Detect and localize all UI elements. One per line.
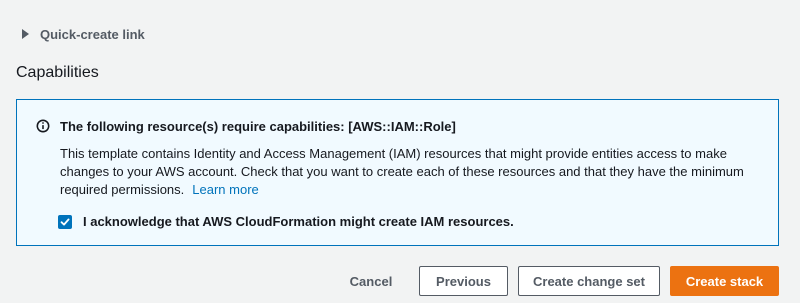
stack-review-page: Quick-create link Capabilities The follo… [0, 0, 800, 303]
caret-right-icon[interactable] [22, 29, 29, 39]
acknowledge-checkbox-row[interactable]: I acknowledge that AWS CloudFormation mi… [58, 214, 514, 229]
alert-body-text: This template contains Identity and Acce… [60, 146, 744, 197]
previous-button[interactable]: Previous [419, 266, 508, 296]
quick-create-link-label: Quick-create link [40, 26, 145, 42]
acknowledge-checkbox[interactable] [58, 214, 72, 229]
info-icon [36, 119, 50, 133]
create-change-set-button[interactable]: Create change set [518, 266, 660, 296]
capabilities-heading: Capabilities [16, 64, 99, 81]
create-stack-button[interactable]: Create stack [670, 266, 779, 296]
cancel-button[interactable]: Cancel [338, 266, 404, 296]
wizard-actions: Cancel Previous Create change set Create… [0, 266, 800, 296]
acknowledge-label: I acknowledge that AWS CloudFormation mi… [83, 214, 514, 229]
alert-title: The following resource(s) require capabi… [60, 119, 456, 134]
capabilities-info-alert: The following resource(s) require capabi… [16, 99, 779, 246]
alert-body: This template contains Identity and Acce… [60, 145, 760, 199]
checkmark-icon [60, 218, 70, 225]
quick-create-link-expander[interactable]: Quick-create link [22, 25, 145, 43]
learn-more-link[interactable]: Learn more [192, 182, 258, 197]
